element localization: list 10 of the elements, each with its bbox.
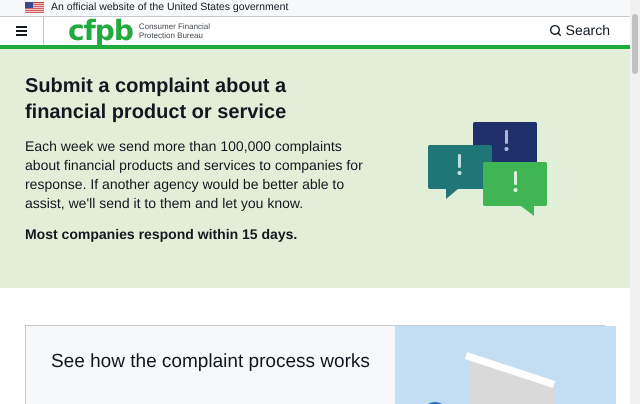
search-icon: [548, 24, 562, 38]
card-title: See how the complaint process works: [51, 350, 370, 374]
search-button[interactable]: Search: [548, 20, 610, 42]
logo-subtitle: Consumer Financial Protection Bureau: [138, 22, 212, 40]
hero-title: Submit a complaint about a financial product or service: [25, 74, 288, 125]
hero-note: Most companies respond within 15 days.: [25, 224, 298, 244]
hero-text: Each week we send more than 100,000 complaints about financial products and services to companies for response. If another agency would be better able to assist, we'll send it to them and let you know.: [25, 136, 364, 213]
banner-text: An official website of the United States government: [51, 0, 288, 15]
menu-icon: [16, 26, 27, 36]
scrollbar[interactable]: [630, 0, 640, 404]
